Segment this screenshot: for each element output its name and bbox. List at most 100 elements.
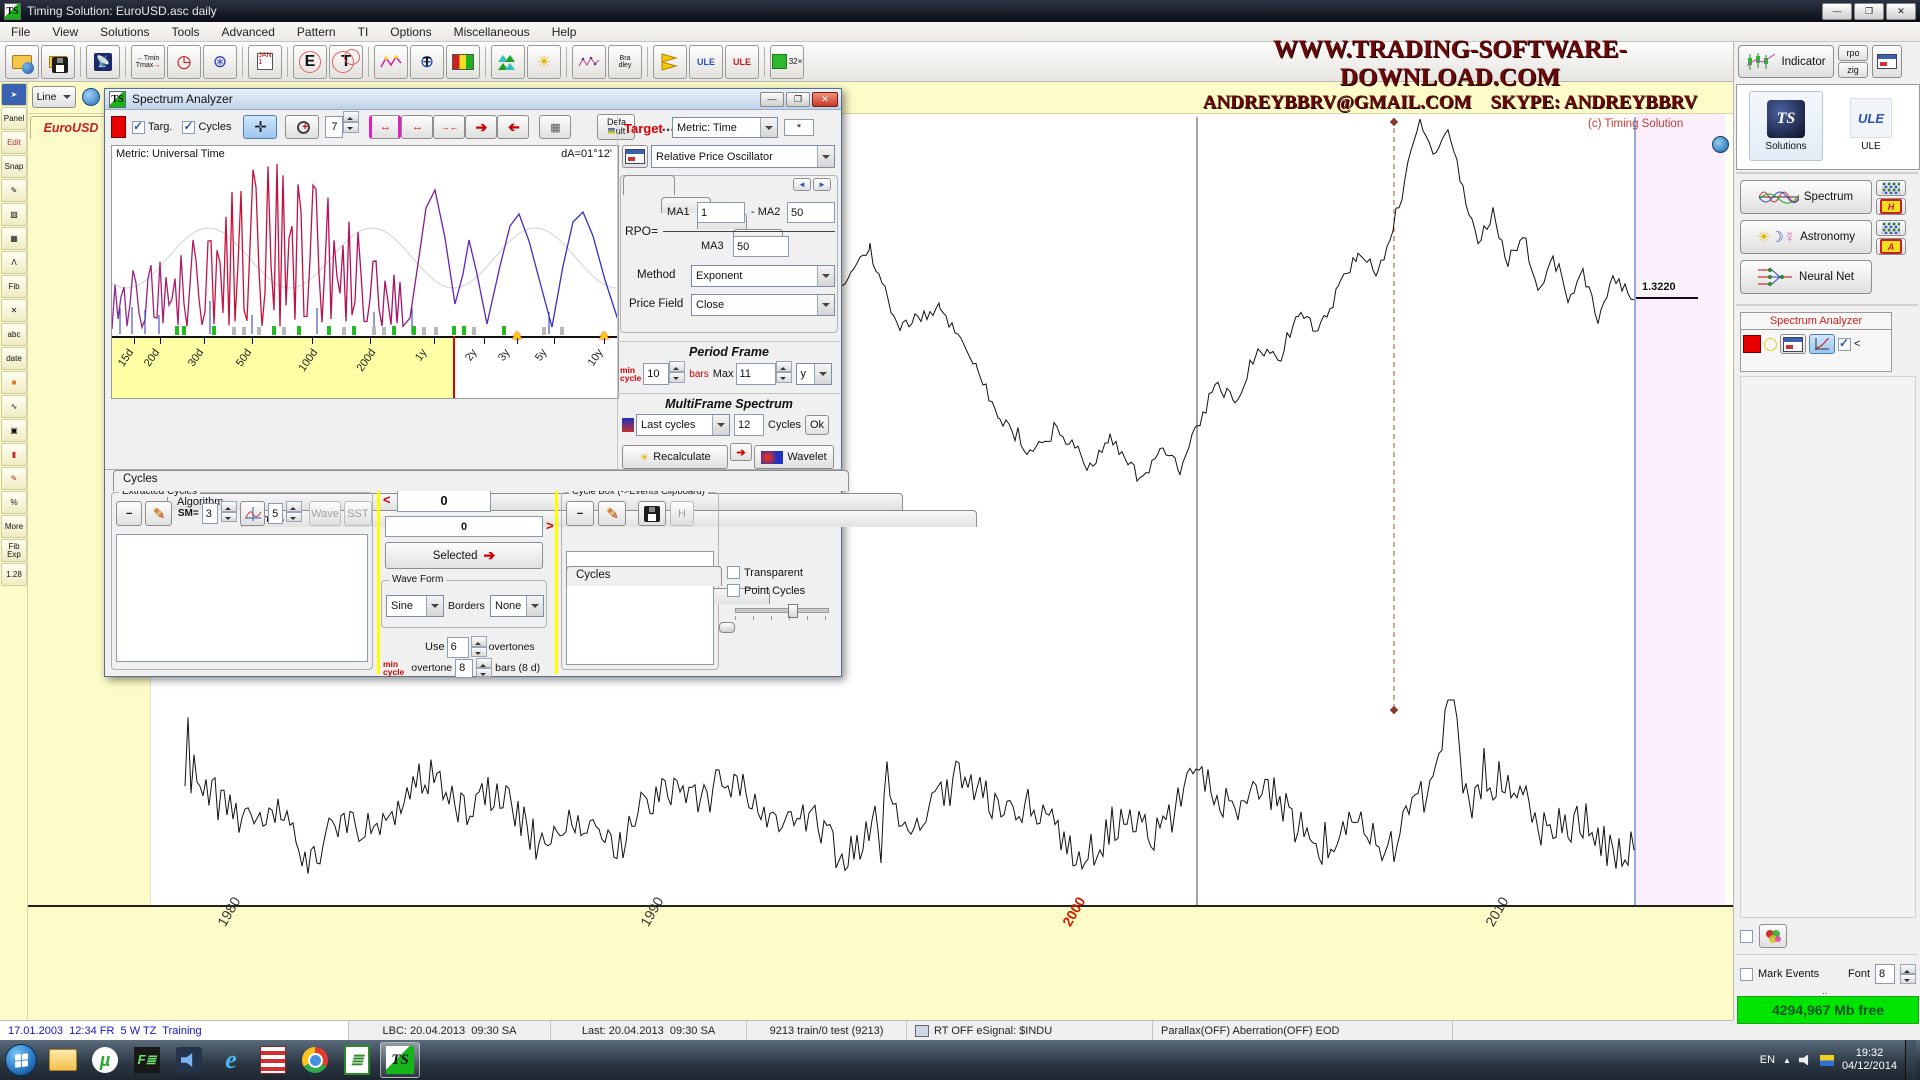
star-box[interactable]: * (784, 119, 814, 136)
save-chart-button[interactable] (41, 45, 75, 79)
left-tool-9[interactable]: ✕ (1, 299, 27, 322)
tray-volume-icon[interactable] (1799, 1055, 1812, 1066)
ule-red-button[interactable]: ULE (725, 45, 759, 79)
left-tool-8[interactable]: Fib (1, 275, 27, 298)
min-cycle-spinner[interactable] (669, 361, 685, 383)
left-tool-12[interactable]: ■ (1, 371, 27, 394)
menu-help[interactable]: Help (541, 25, 588, 39)
zig-button[interactable]: zig (1838, 62, 1868, 78)
tab-scroll-right[interactable]: ► (813, 178, 831, 191)
ule-button[interactable]: ULE ULE (1835, 91, 1907, 159)
rpo-button[interactable]: rpo (1838, 45, 1868, 61)
zigzag-icon[interactable] (374, 45, 408, 79)
font-size-spinner[interactable] (1900, 964, 1916, 984)
indicator-combo[interactable]: Relative Price Oscillator (651, 145, 835, 168)
left-tool-2[interactable]: Edit (1, 131, 27, 154)
fl-app-icon[interactable]: F≣ (128, 1043, 166, 1077)
panel-chart-button[interactable] (1809, 334, 1835, 354)
x32-indicator[interactable]: 32× (770, 45, 804, 79)
menu-file[interactable]: File (0, 25, 41, 39)
timing-solution-task[interactable]: TS (380, 1042, 420, 1078)
cyclebox-tab-cycles[interactable]: Cycles (566, 566, 722, 586)
mountains-icon[interactable] (491, 45, 525, 79)
transit-button[interactable]: T (329, 45, 363, 79)
cycle-range-box[interactable]: 0 (385, 516, 543, 537)
left-tool-16[interactable]: ✎ (1, 467, 27, 490)
spectrum-button[interactable]: Spectrum (1740, 180, 1872, 214)
volume-app-icon[interactable] (170, 1043, 208, 1077)
left-tool-17[interactable]: % (1, 491, 27, 514)
tab-scroll-left[interactable]: ◄ (793, 178, 811, 191)
targ-checkbox[interactable] (132, 121, 145, 134)
menu-view[interactable]: View (41, 25, 89, 39)
neural-net-button[interactable]: Neural Net (1740, 260, 1872, 294)
mark-events-checkbox[interactable] (1740, 968, 1753, 981)
internet-explorer-icon[interactable]: e (212, 1043, 250, 1077)
close-button[interactable]: ✕ (1886, 3, 1916, 20)
panel-collapse[interactable]: < (1854, 338, 1860, 350)
left-tool-10[interactable]: abc (1, 323, 27, 346)
recalculate-button[interactable]: ☀Recalculate (622, 445, 728, 469)
time-globe-icon[interactable]: ⊕T (410, 45, 444, 79)
price-field-combo[interactable]: Close (691, 294, 835, 316)
max-spinner[interactable] (776, 361, 792, 383)
dialog-title-bar[interactable]: TS Spectrum Analyzer — ❐ ✕ (105, 89, 841, 110)
shift-right-button[interactable]: ➔ (465, 115, 497, 139)
wave-button[interactable]: Wave (309, 501, 341, 526)
unit-combo[interactable]: y (796, 363, 832, 385)
ma3-input[interactable]: 50 (733, 236, 789, 257)
min-cycle-input[interactable]: 10 (643, 363, 669, 385)
menu-solutions[interactable]: Solutions (89, 25, 160, 39)
calendar-icon[interactable]: JAN1 (248, 45, 282, 79)
last-cycles-combo[interactable]: Last cycles (636, 414, 730, 436)
left-tool-1[interactable]: Panel (1, 107, 27, 130)
method-combo[interactable]: Exponent (691, 265, 835, 287)
cycles-count-input[interactable]: 12 (734, 414, 764, 436)
astronomy-button[interactable]: ☀☽☿ Astronomy (1740, 220, 1872, 254)
minimize-button[interactable]: — (1822, 3, 1852, 20)
left-tool-3[interactable]: Snap (1, 155, 27, 178)
spectrum-dots-button[interactable] (1876, 180, 1906, 196)
target-color-swatch[interactable] (111, 116, 126, 138)
panel-color-swatch[interactable] (1743, 335, 1761, 353)
transparent-checkbox[interactable] (727, 566, 740, 579)
notepad-app-icon[interactable]: ≣ (338, 1043, 376, 1077)
ma1-input[interactable]: 1 (697, 202, 745, 223)
left-tool-11[interactable]: date (1, 347, 27, 370)
rpo-tab-1[interactable] (623, 175, 675, 195)
wavelet-button[interactable]: Wavelet (754, 445, 834, 469)
dialog-maximize-button[interactable]: ❐ (786, 92, 810, 107)
borders-combo[interactable]: None (490, 595, 544, 617)
left-tool-4[interactable]: ✎ (1, 179, 27, 202)
utorrent-icon[interactable]: µ (86, 1043, 124, 1077)
spectrum-chart[interactable]: Metric: Universal Time dA=01°12' 15d20d3… (111, 145, 619, 399)
tray-expand-icon[interactable]: ▲ (1783, 1056, 1791, 1065)
left-tool-20[interactable]: 1.28 (1, 563, 27, 586)
astronomy-dots-button[interactable] (1876, 220, 1906, 236)
events-checkbox[interactable] (1740, 930, 1753, 943)
zoom-in-button[interactable]: + (285, 115, 319, 139)
overtone-spinner[interactable] (476, 658, 492, 677)
max-input[interactable]: 11 (736, 363, 776, 385)
cycle-value-box[interactable]: 0 (397, 488, 491, 512)
left-tool-14[interactable]: ▣ (1, 419, 27, 442)
menu-miscellaneous[interactable]: Miscellaneous (443, 25, 541, 39)
selected-button[interactable]: Selected➔ (385, 542, 543, 569)
expand-range-button[interactable]: ↔ (369, 115, 401, 139)
menu-advanced[interactable]: Advanced (211, 25, 286, 39)
menu-pattern[interactable]: Pattern (286, 25, 347, 39)
erase-cycles-button[interactable]: ✎ (145, 501, 171, 526)
font-size-input[interactable]: 8 (1875, 964, 1895, 984)
compass-icon[interactable]: ⊛ (203, 45, 237, 79)
left-tool-15[interactable]: ▮ (1, 443, 27, 466)
language-indicator[interactable]: EN (1760, 1054, 1775, 1066)
left-tool-13[interactable]: ∿ (1, 395, 27, 418)
indicator-button[interactable]: Indicator (1738, 45, 1834, 78)
settings-grid-button[interactable]: ▦ (539, 115, 571, 139)
colors-button[interactable] (1759, 924, 1787, 948)
sm-input[interactable]: 3 (202, 503, 219, 524)
crosshair-button[interactable]: ✛ (243, 115, 277, 139)
downloader-icon[interactable]: 📡 (86, 45, 120, 79)
cycle-chart-button[interactable] (240, 501, 265, 526)
zoom-level-input[interactable]: 7 (325, 116, 343, 138)
